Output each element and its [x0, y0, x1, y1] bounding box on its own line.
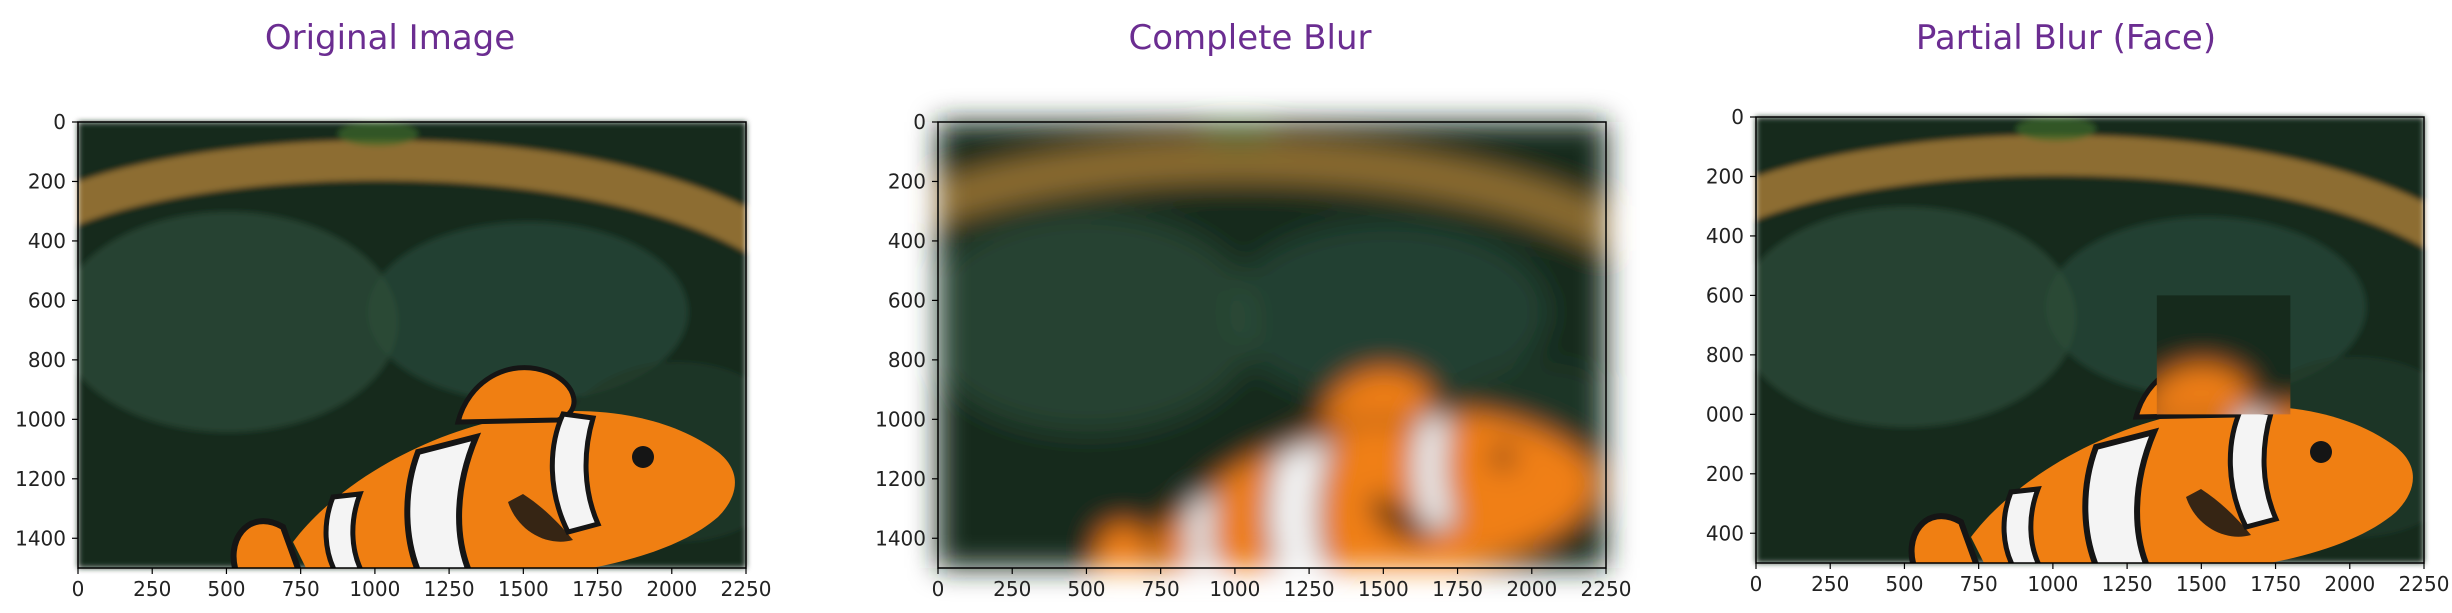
x-tick-label: 1750	[572, 577, 623, 601]
y-tick-label: 200	[28, 169, 66, 193]
x-tick-label: 2250	[721, 577, 772, 601]
x-tick-label: 750	[1960, 572, 1998, 596]
y-tick-label: 600	[28, 288, 66, 312]
y-tick-label: 600	[1706, 283, 1744, 307]
x-tick-label: 500	[1885, 572, 1923, 596]
panel-complete-blur: Complete Blur 0 250 500 750 1000 1250 1500 1750…	[860, 0, 1640, 613]
y-tick-label: 1000	[875, 407, 926, 431]
x-tick-label: 2000	[646, 577, 697, 601]
x-tick-label: 250	[1811, 572, 1849, 596]
y-tick-label: 800	[888, 348, 926, 372]
y-tick-label: 800	[28, 348, 66, 372]
figure: Original Image 0 250 500 750 1000 1250 1500 175…	[0, 0, 2452, 613]
plant-blob	[1756, 207, 2076, 427]
y-tick-label: 600	[888, 288, 926, 312]
x-tick-label: 1500	[1358, 577, 1409, 601]
x-tick-label: 1750	[1432, 577, 1483, 601]
x-tick-label: 750	[282, 577, 320, 601]
panel-original-image: Original Image 0 250 500 750 1000 1250 1500 175…	[0, 0, 780, 613]
x-tick-label: 750	[1142, 577, 1180, 601]
y-tick-label: 800	[1706, 343, 1744, 367]
x-tick-label: 1750	[2250, 572, 2301, 596]
y-tick-label: 000	[1706, 402, 1744, 426]
x-tick-label: 1500	[498, 577, 549, 601]
y-tick-label: 200	[1706, 164, 1744, 188]
y-tick-label: 200	[888, 169, 926, 193]
y-tick-label: 1200	[875, 467, 926, 491]
x-tick-label: 2000	[2324, 572, 2375, 596]
x-tick-label: 1250	[424, 577, 475, 601]
algae	[2016, 117, 2096, 141]
x-tick-label: 2250	[2399, 572, 2450, 596]
x-tick-label: 1500	[2176, 572, 2227, 596]
x-tick-label: 0	[72, 577, 85, 601]
y-tick-label: 200	[1706, 462, 1744, 486]
eye	[2310, 441, 2332, 463]
eye	[632, 446, 654, 468]
x-tick-label: 1000	[2027, 572, 2078, 596]
y-tick-label: 1400	[15, 526, 66, 550]
x-tick-label: 500	[1067, 577, 1105, 601]
y-tick-label: 1400	[875, 526, 926, 550]
x-tick-label: 1000	[1209, 577, 1260, 601]
partial-blur-plot: 0 250 500 750 1000 1250 1500 1750 2000 2250 0 200 40…	[1706, 105, 2450, 596]
x-tick-label: 2250	[1581, 577, 1632, 601]
eye	[1492, 446, 1514, 468]
x-tick-label: 0	[1750, 572, 1763, 596]
x-tick-label: 2000	[1506, 577, 1557, 601]
y-tick-label: 400	[28, 229, 66, 253]
algae	[1198, 122, 1278, 146]
x-tick-label: 1250	[2102, 572, 2153, 596]
plant-blob	[938, 212, 1258, 432]
y-tick-label: 0	[53, 110, 66, 134]
y-tick-label: 0	[1731, 105, 1744, 129]
y-tick-label: 1000	[15, 407, 66, 431]
plot-area	[1756, 117, 2424, 563]
original-image-plot: 0 250 500 750 1000 1250 1500 1750 2000 2250 0 200 40…	[15, 110, 772, 601]
x-tick-label: 1000	[349, 577, 400, 601]
y-tick-label: 1200	[15, 467, 66, 491]
x-tick-label: 1250	[1284, 577, 1335, 601]
plot-area	[78, 122, 746, 568]
y-tick-label: 0	[913, 110, 926, 134]
plot-area	[938, 122, 1606, 568]
x-tick-label: 500	[207, 577, 245, 601]
x-tick-label: 250	[993, 577, 1031, 601]
y-tick-label: 400	[1706, 521, 1744, 545]
complete-blur-plot: 0 250 500 750 1000 1250 1500 1750 2000 2250 0 200 40…	[875, 110, 1632, 601]
x-tick-label: 250	[133, 577, 171, 601]
plant-blob	[78, 212, 398, 432]
x-tick-label: 0	[932, 577, 945, 601]
panel-partial-blur-face: Partial Blur (Face) 0 250 500 750 1000 1250 15…	[1680, 0, 2452, 613]
algae	[338, 122, 418, 146]
blurred-image	[938, 122, 1606, 568]
y-tick-label: 400	[1706, 224, 1744, 248]
y-tick-label: 400	[888, 229, 926, 253]
